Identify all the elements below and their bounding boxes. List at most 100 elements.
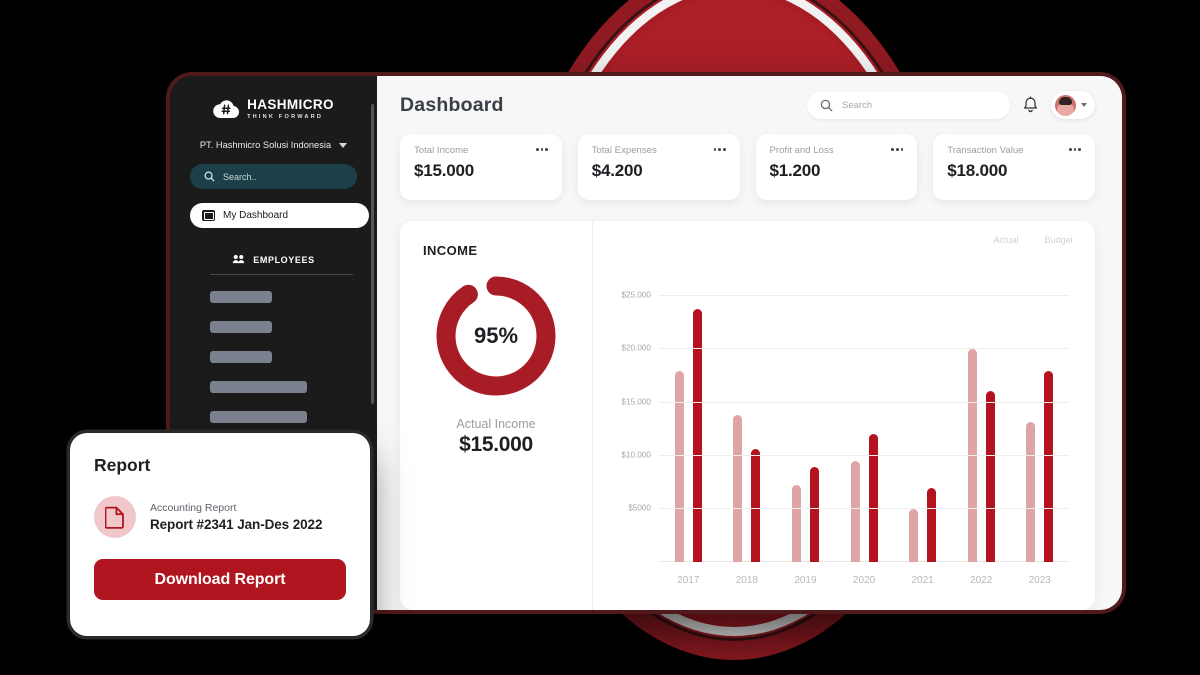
dashboard-icon xyxy=(202,210,215,222)
brand-tagline: THINK FORWARD xyxy=(247,113,324,120)
search-icon xyxy=(204,171,215,182)
list-item xyxy=(210,351,272,364)
sidebar-item-label: My Dashboard xyxy=(223,210,289,222)
bar-actual[interactable] xyxy=(674,370,684,562)
kpi-card[interactable]: Profit and Loss $1.200 xyxy=(755,134,918,200)
search-input[interactable]: Search xyxy=(807,91,1010,119)
list-item xyxy=(210,321,272,334)
list-item xyxy=(210,381,307,394)
report-subtitle: Accounting Report xyxy=(150,502,237,514)
y-axis-tick-label: $25.000 xyxy=(621,290,651,300)
chevron-down-icon xyxy=(1081,103,1087,107)
x-axis-tick-label: 2020 xyxy=(852,575,876,586)
kpi-value: $18.000 xyxy=(947,161,1008,180)
kpi-card-row: Total Income $15.000 Total Expenses $4.2… xyxy=(377,134,1122,200)
company-name: PT. Hashmicro Solusi Indonesia xyxy=(199,140,332,151)
notification-bell-icon[interactable] xyxy=(1022,96,1039,114)
sidebar-search-placeholder: Search.. xyxy=(223,171,257,182)
kpi-value: $1.200 xyxy=(769,161,821,180)
income-panel: INCOME 95% Actual Income $15.000 Actual xyxy=(400,221,1095,610)
bar-budget[interactable] xyxy=(927,487,937,562)
screenshot-root: HASHMICRO THINK FORWARD PT. Hashmicro So… xyxy=(0,0,1200,675)
download-report-button[interactable]: Download Report xyxy=(94,559,346,600)
y-axis-tick-label: $20.000 xyxy=(621,343,651,353)
more-options-icon[interactable] xyxy=(891,145,904,151)
bar-groups xyxy=(659,275,1069,562)
bar-group xyxy=(776,275,835,562)
sidebar-scrollbar[interactable] xyxy=(371,104,374,404)
actual-income-value: $15.000 xyxy=(459,433,533,456)
y-axis-tick-label: $10.000 xyxy=(621,450,651,460)
gridline: $5000 xyxy=(628,503,1069,512)
donut-percent-label: 95% xyxy=(473,323,519,348)
bar-group xyxy=(893,275,952,562)
report-card-title: Report xyxy=(94,455,151,475)
actual-income-label: Actual Income xyxy=(456,417,536,431)
sidebar-search-input[interactable]: Search.. xyxy=(190,164,357,190)
bar-budget[interactable] xyxy=(809,467,819,562)
section-label: EMPLOYEES xyxy=(253,254,315,265)
bar-actual[interactable] xyxy=(791,485,801,562)
gridline: $20.000 xyxy=(621,344,1069,353)
sidebar-item-my-dashboard[interactable]: My Dashboard xyxy=(190,203,369,229)
y-axis-tick-label: $15.000 xyxy=(621,397,651,407)
user-menu[interactable] xyxy=(1051,91,1095,119)
list-item xyxy=(210,291,272,304)
x-axis-tick-label: 2021 xyxy=(911,575,934,586)
list-item xyxy=(210,411,307,424)
kpi-label: Profit and Loss xyxy=(769,145,834,156)
chart-area: $5000 $10.000 $15.000 $20.000 $25.000 2017 20… xyxy=(603,269,1077,596)
bar-budget[interactable] xyxy=(1044,370,1054,562)
kpi-card[interactable]: Transaction Value $18.000 xyxy=(933,134,1095,200)
brand-logo: HASHMICRO THINK FORWARD xyxy=(170,98,377,120)
income-bar-chart: Actual Budget $5000 $10.000 $15.000 $20.000… xyxy=(593,221,1095,610)
bar-group xyxy=(1010,275,1069,562)
bar-budget[interactable] xyxy=(751,449,761,562)
kpi-label: Total Expenses xyxy=(591,145,657,156)
x-axis-tick-label: 2017 xyxy=(677,575,700,586)
sidebar-section-employees: EMPLOYEES xyxy=(170,254,377,265)
kpi-label: Total Income xyxy=(414,145,469,156)
kpi-value: $4.200 xyxy=(591,161,643,180)
kpi-value: $15.000 xyxy=(414,161,475,180)
income-summary: INCOME 95% Actual Income $15.000 xyxy=(400,221,593,610)
report-card: Report Accounting Report Report #2341 Ja… xyxy=(70,433,370,636)
bar-actual[interactable] xyxy=(1026,421,1036,562)
avatar xyxy=(1055,94,1076,116)
bar-budget[interactable] xyxy=(868,434,878,562)
legend-item-budget: Budget xyxy=(1044,235,1073,245)
bar-actual[interactable] xyxy=(733,415,743,562)
bar-group xyxy=(835,275,894,562)
kpi-card[interactable]: Total Expenses $4.200 xyxy=(577,134,740,200)
y-axis-tick-label: $5000 xyxy=(628,503,651,513)
kpi-label: Transaction Value xyxy=(947,145,1024,156)
gridline: $15.000 xyxy=(621,397,1069,406)
bar-budget[interactable] xyxy=(692,309,702,562)
income-donut-chart: 95% xyxy=(432,272,560,400)
bar-group xyxy=(952,275,1011,562)
search-placeholder: Search xyxy=(842,99,873,111)
gridline: $10.000 xyxy=(621,450,1069,459)
x-axis-tick-label: 2023 xyxy=(1028,575,1051,586)
more-options-icon[interactable] xyxy=(713,145,726,151)
employees-icon xyxy=(233,255,245,264)
search-icon xyxy=(820,99,833,111)
legend-item-actual: Actual xyxy=(993,235,1019,245)
more-options-icon[interactable] xyxy=(535,145,548,151)
hashmicro-cloud-icon xyxy=(213,98,240,120)
chart-legend: Actual Budget xyxy=(993,235,1073,245)
brand-name: HASHMICRO xyxy=(247,97,334,112)
bar-budget[interactable] xyxy=(985,390,995,562)
x-axis-tick-label: 2019 xyxy=(794,575,817,586)
section-divider xyxy=(210,274,353,276)
x-axis-tick-label: 2018 xyxy=(735,575,758,586)
bar-actual[interactable] xyxy=(850,461,860,562)
report-name: Report #2341 Jan-Des 2022 xyxy=(150,517,323,532)
main-content: Dashboard Search Total Income $15.000 To… xyxy=(377,76,1122,610)
bar-actual[interactable] xyxy=(909,508,919,562)
chart-plot: $5000 $10.000 $15.000 $20.000 $25.000 xyxy=(621,275,1069,562)
company-selector[interactable]: PT. Hashmicro Solusi Indonesia xyxy=(170,140,377,150)
kpi-card[interactable]: Total Income $15.000 xyxy=(400,134,562,200)
more-options-icon[interactable] xyxy=(1069,145,1081,151)
x-axis-tick-label: 2022 xyxy=(970,575,993,586)
